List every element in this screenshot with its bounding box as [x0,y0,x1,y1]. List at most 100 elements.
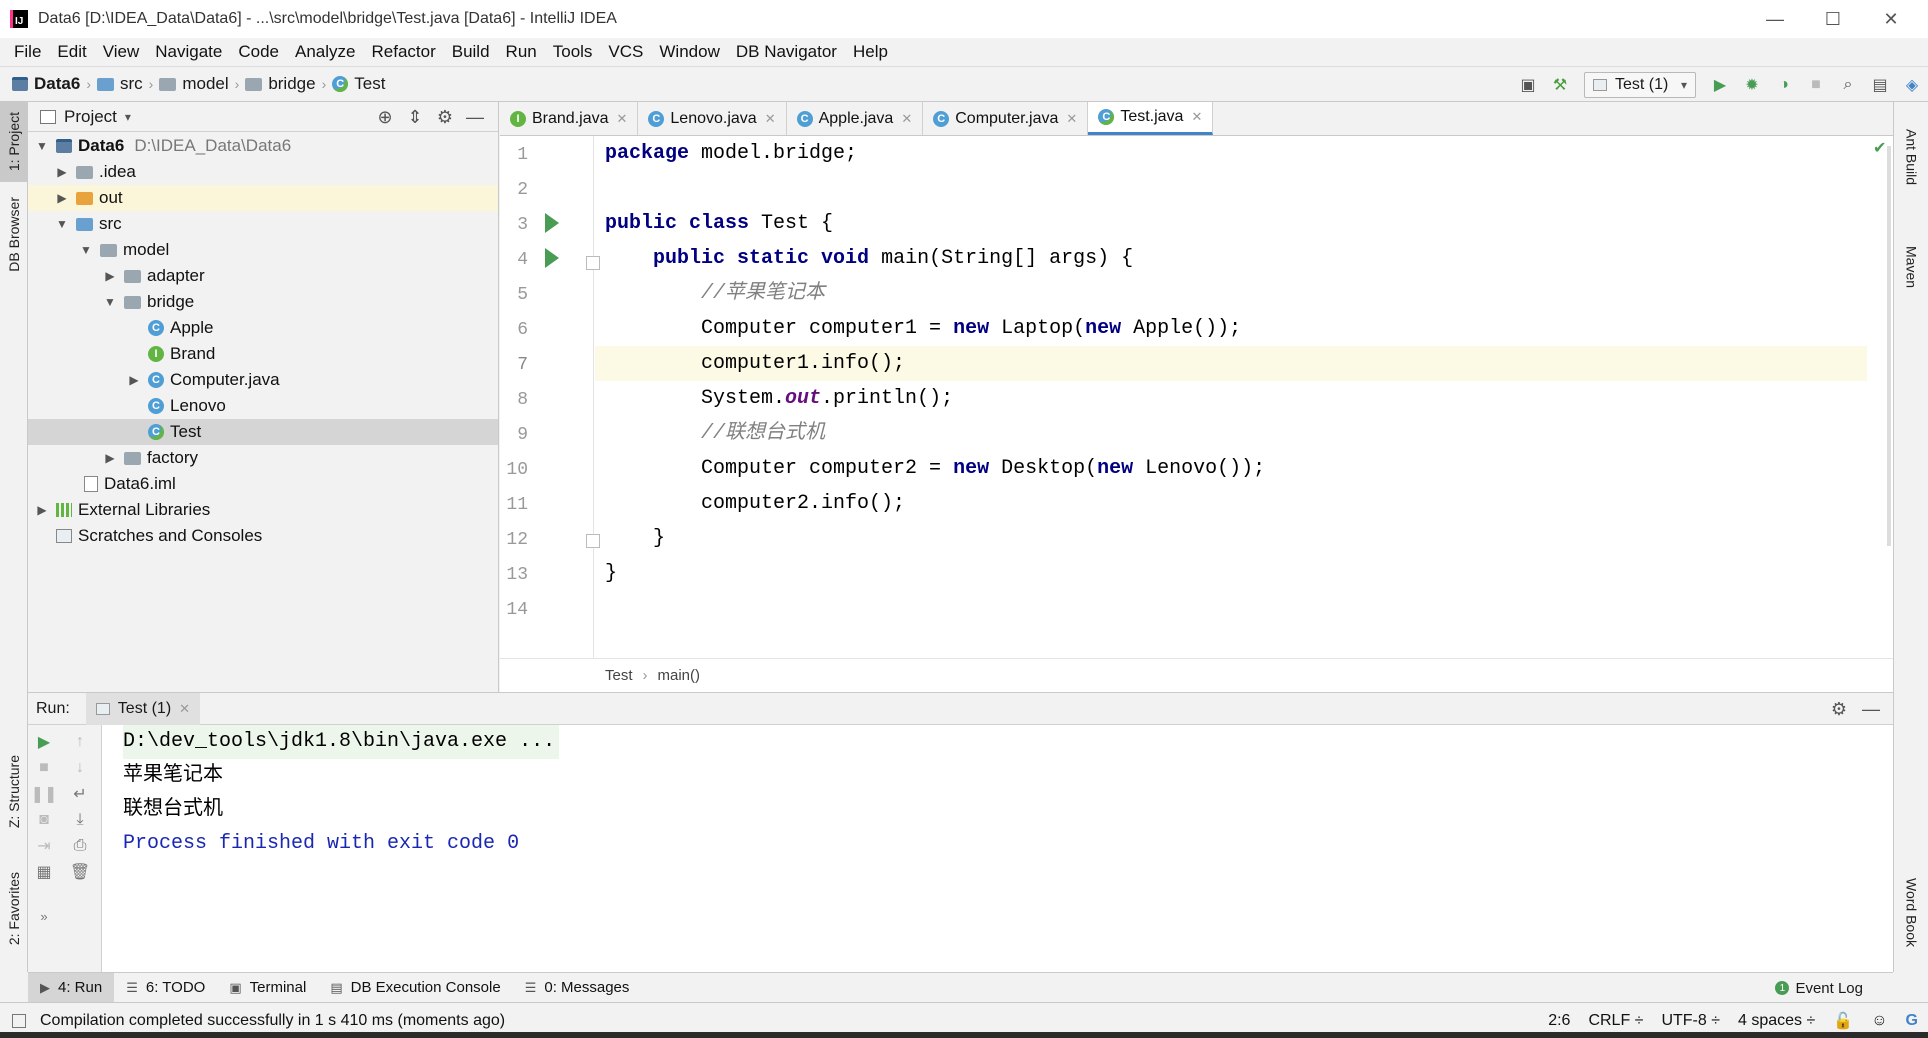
chevron-right-icon[interactable]: ▶ [34,503,50,517]
tool-tab-maven[interactable]: Maven [1894,222,1928,312]
bottom-tab-terminal[interactable]: ▣ Terminal [217,973,318,1003]
tool-tab-word-book[interactable]: Word Book [1894,862,1928,962]
bottom-tab-messages[interactable]: ☰ 0: Messages [513,973,642,1003]
chevron-down-icon[interactable]: ▼ [78,243,94,257]
close-icon[interactable]: ✕ [765,111,776,127]
tool-tab-project[interactable]: 1: Project [0,102,28,182]
run-gutter-icon[interactable] [545,248,559,268]
chevron-right-icon[interactable]: ▶ [54,191,70,205]
editor-crumb-method[interactable]: main() [658,667,701,684]
soft-wrap-icon[interactable]: ↵ [66,781,94,807]
arrow-down-icon[interactable]: ↓ [66,755,94,781]
dump-threads-camera-icon[interactable]: ◙ [30,807,58,833]
bottom-tab-db-execution-console[interactable]: ▤ DB Execution Console [318,973,512,1003]
stop-icon[interactable]: ■ [30,755,58,781]
tool-windows-toggle-icon[interactable] [12,1013,26,1028]
run-gutter-icon[interactable] [545,213,559,233]
menu-db-navigator[interactable]: DB Navigator [728,42,845,62]
menu-run[interactable]: Run [498,42,545,62]
layout-icon[interactable]: ▦ [30,859,58,885]
gear-icon[interactable]: ⚙ [1823,699,1855,720]
tree-item-data6[interactable]: ▼ Data6 D:\IDEA_Data\Data6 [28,133,498,159]
tree-item-apple[interactable]: C Apple [28,315,498,341]
menu-vcs[interactable]: VCS [600,42,651,62]
rerun-icon[interactable]: ▶ [30,729,58,755]
editor-scrollbar[interactable]: ✔ [1867,136,1893,658]
tree-item-src[interactable]: ▼ src [28,211,498,237]
exit-icon[interactable]: ⇥ [30,833,58,859]
chevron-right-icon[interactable]: ▶ [126,373,142,387]
chevron-right-icon[interactable]: ▶ [54,165,70,179]
menu-edit[interactable]: Edit [49,42,94,62]
chevron-right-icon[interactable]: ▶ [102,451,118,465]
tool-tab-structure[interactable]: Z: Structure [0,742,28,842]
maximize-button[interactable]: ☐ [1804,0,1862,38]
line-separator-selector[interactable]: CRLF ÷ [1588,1012,1643,1030]
close-icon[interactable]: ✕ [901,111,912,127]
run-tab-test[interactable]: Test (1) ✕ [85,692,201,725]
open-terminal-icon[interactable]: ▣ [1512,71,1544,99]
search-icon[interactable]: ⌕ [1832,71,1864,99]
menu-analyze[interactable]: Analyze [287,42,363,62]
menu-window[interactable]: Window [651,42,727,62]
more-icon[interactable]: » [30,903,58,929]
tab-apple-java[interactable]: C Apple.java ✕ [787,102,924,135]
chevron-down-icon[interactable]: ▾ [125,110,131,124]
menu-tools[interactable]: Tools [545,42,601,62]
google-translate-icon[interactable]: G [1906,1012,1918,1030]
chevron-down-icon[interactable]: ▼ [102,295,118,309]
tool-tab-db-browser[interactable]: DB Browser [0,184,28,284]
console-output[interactable]: D:\dev_tools\jdk1.8\bin\java.exe ... 苹果笔… [103,725,1893,973]
chevron-right-icon[interactable]: ▶ [102,269,118,283]
menu-code[interactable]: Code [230,42,287,62]
tab-brand-java[interactable]: I Brand.java ✕ [500,102,639,135]
gear-icon[interactable]: ⚙ [430,107,460,128]
encoding-selector[interactable]: UTF-8 ÷ [1661,1012,1720,1030]
code-area[interactable]: package model.bridge; public class Test … [595,136,1867,658]
breadcrumb-model[interactable]: model › [159,74,239,94]
chevron-down-icon[interactable]: ▼ [34,139,50,153]
tree-item-factory[interactable]: ▶ factory [28,445,498,471]
close-icon[interactable]: ✕ [617,111,628,127]
close-icon[interactable]: ✕ [1066,111,1077,127]
tab-computer-java[interactable]: C Computer.java ✕ [923,102,1089,135]
close-icon[interactable]: ✕ [1191,109,1202,125]
inspector-icon[interactable]: ☺ [1871,1012,1887,1030]
tab-test-java[interactable]: C Test.java ✕ [1088,102,1214,135]
tree-item-computer-java[interactable]: ▶ C Computer.java [28,367,498,393]
event-log-button[interactable]: 1 Event Log [1775,973,1863,1003]
tool-tab-ant-build[interactable]: Ant Build [1894,112,1928,202]
translate-icon[interactable]: ◈ [1896,71,1928,99]
hide-minus-icon[interactable]: — [1855,699,1887,720]
chevron-down-icon[interactable]: ▼ [54,217,70,231]
hide-minus-icon[interactable]: — [460,107,490,128]
menu-view[interactable]: View [95,42,148,62]
trash-icon[interactable]: 🗑 [66,859,94,885]
tree-item-scratches[interactable]: Scratches and Consoles [28,523,498,549]
stop-icon[interactable]: ■ [1800,71,1832,99]
pause-icon[interactable]: ❚❚ [30,781,58,807]
caret-position[interactable]: 2:6 [1548,1012,1570,1030]
lock-icon[interactable]: 🔓 [1833,1011,1853,1031]
menu-navigate[interactable]: Navigate [147,42,230,62]
breadcrumb-project[interactable]: Data6 › [12,74,91,94]
project-structure-icon[interactable]: ▤ [1864,71,1896,99]
run-configuration-select[interactable]: Test (1) ▾ [1584,72,1696,98]
debug-bug-icon[interactable]: ✹ [1736,71,1768,99]
coverage-icon[interactable]: ◑ [1768,71,1800,99]
run-icon[interactable]: ▶ [1704,71,1736,99]
tree-item-bridge[interactable]: ▼ bridge [28,289,498,315]
scrollbar-thumb[interactable] [1887,146,1891,546]
tool-tab-favorites[interactable]: 2: Favorites [0,854,28,964]
build-hammer-icon[interactable]: ⚒ [1544,71,1576,99]
menu-file[interactable]: File [6,42,49,62]
arrow-up-icon[interactable]: ↑ [66,729,94,755]
menu-help[interactable]: Help [845,42,896,62]
minimize-button[interactable]: — [1746,0,1804,38]
close-button[interactable]: ✕ [1862,0,1920,38]
scroll-to-end-icon[interactable]: ⤓ [66,807,94,833]
print-icon[interactable]: ⎙ [66,833,94,859]
breadcrumb-src[interactable]: src › [96,74,153,94]
tree-item-adapter[interactable]: ▶ adapter [28,263,498,289]
indent-selector[interactable]: 4 spaces ÷ [1738,1012,1815,1030]
